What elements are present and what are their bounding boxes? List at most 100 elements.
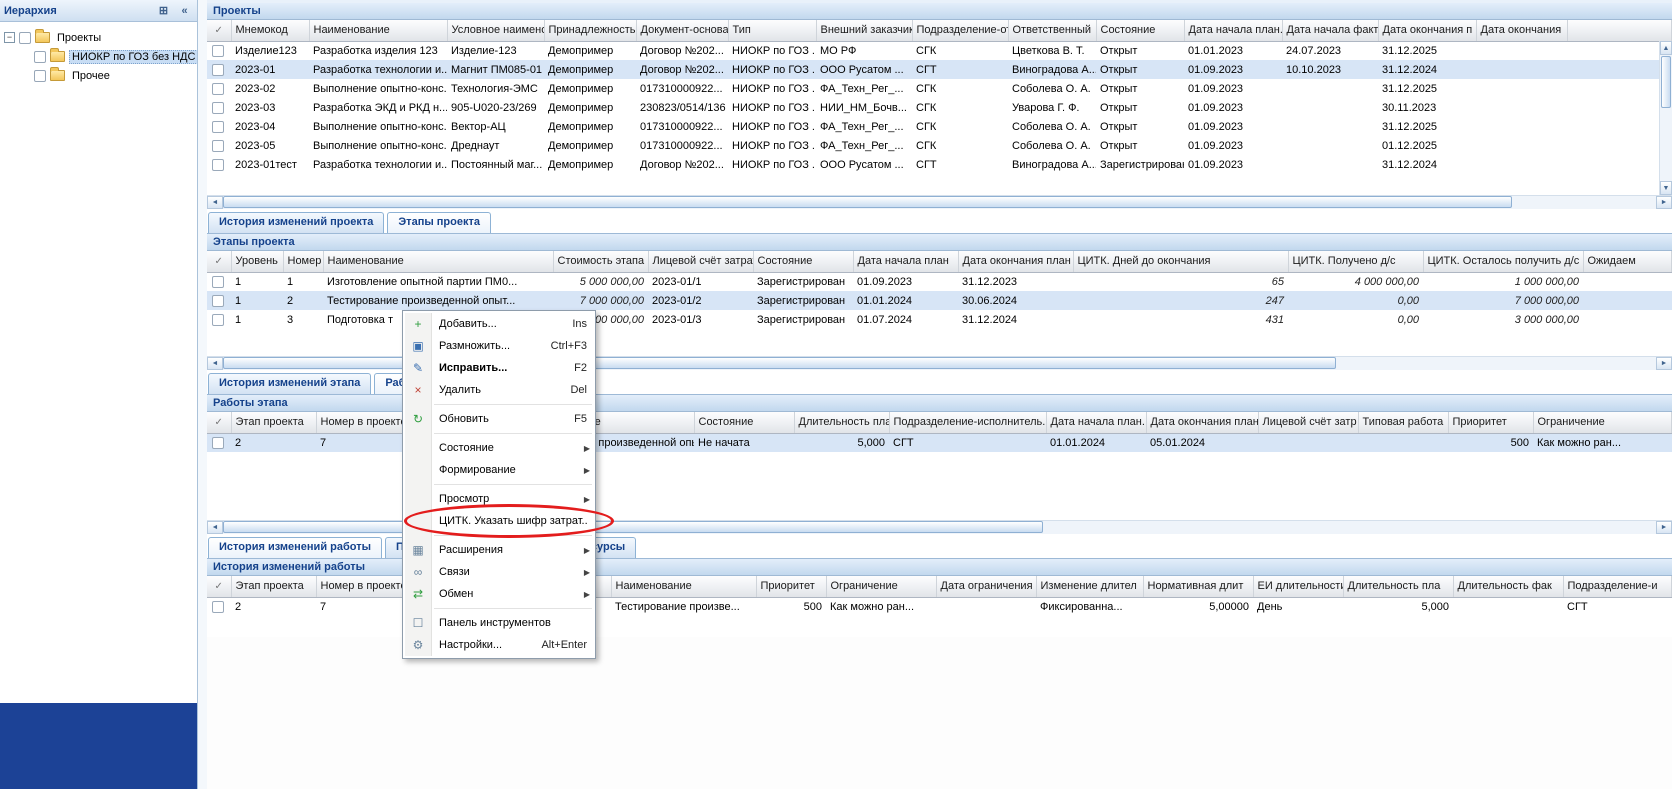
table-cell[interactable]: 65: [1073, 272, 1288, 291]
menu-item-edit[interactable]: ✎ Исправить... F2: [403, 357, 595, 379]
table-cell[interactable]: Зарегистрирован: [1096, 155, 1184, 174]
table-cell[interactable]: 2023-01/3: [648, 310, 753, 329]
table-row[interactable]: 2023-04 Выполнение опытно-конс... Вектор…: [207, 117, 1672, 136]
row-checkbox-cell[interactable]: [207, 60, 231, 79]
column-header[interactable]: Наименование: [611, 576, 756, 597]
table-cell[interactable]: СГТ: [1563, 597, 1672, 616]
table-cell[interactable]: 017310000922...: [636, 136, 728, 155]
column-header[interactable]: Стоимость этапа: [553, 251, 648, 272]
row-checkbox-cell[interactable]: [207, 98, 231, 117]
tree-item-label[interactable]: Проекты: [54, 31, 104, 45]
column-header[interactable]: Дата окончания: [1476, 20, 1567, 41]
table-cell[interactable]: СГТ: [912, 155, 1008, 174]
table-cell[interactable]: 30.06.2024: [958, 291, 1073, 310]
column-header[interactable]: Наименование: [309, 20, 447, 41]
menu-item-view[interactable]: Просмотр ▶: [403, 488, 595, 510]
table-cell[interactable]: Открыт: [1096, 41, 1184, 60]
table-cell[interactable]: 31.12.2024: [1378, 60, 1476, 79]
table-cell[interactable]: Разработка изделия 123: [309, 41, 447, 60]
row-checkbox[interactable]: [212, 83, 224, 95]
column-header[interactable]: Подразделение-исполнитель.: [889, 412, 1046, 433]
row-checkbox-cell[interactable]: [207, 310, 231, 329]
table-cell[interactable]: 10.10.2023: [1282, 60, 1378, 79]
row-checkbox-cell[interactable]: [207, 117, 231, 136]
scroll-right-icon[interactable]: ►: [1656, 196, 1672, 209]
column-header[interactable]: Лицевой счёт затр: [1258, 412, 1358, 433]
table-cell[interactable]: [1476, 155, 1567, 174]
table-cell[interactable]: [1282, 98, 1378, 117]
table-cell[interactable]: 01.12.2025: [1378, 136, 1476, 155]
scroll-left-icon[interactable]: ◄: [207, 521, 223, 534]
table-cell[interactable]: 7 000 000,00: [553, 291, 648, 310]
table-cell[interactable]: Соболева О. А.: [1008, 136, 1096, 155]
projects-horizontal-scrollbar[interactable]: ◄ ►: [207, 195, 1672, 209]
table-cell[interactable]: 2023-04: [231, 117, 309, 136]
column-header[interactable]: Дата ограничения: [936, 576, 1036, 597]
table-cell[interactable]: Выполнение опытно-конс...: [309, 136, 447, 155]
column-header[interactable]: Номер: [283, 251, 323, 272]
table-cell[interactable]: [1282, 117, 1378, 136]
column-header[interactable]: Длительность пла: [1343, 576, 1453, 597]
table-cell[interactable]: НИОКР по ГОЗ ...: [728, 136, 816, 155]
scroll-right-icon[interactable]: ►: [1656, 357, 1672, 370]
table-cell[interactable]: [1282, 155, 1378, 174]
table-cell[interactable]: 4 000 000,00: [1288, 272, 1423, 291]
table-cell[interactable]: 31.12.2024: [1378, 155, 1476, 174]
column-header[interactable]: Длительность план▼: [794, 412, 889, 433]
table-cell[interactable]: [1476, 98, 1567, 117]
column-header[interactable]: Уровень: [231, 251, 283, 272]
table-cell[interactable]: 2023-01/1: [648, 272, 753, 291]
table-cell[interactable]: 31.12.2025: [1378, 79, 1476, 98]
column-header[interactable]: ЦИТК. Дней до окончания: [1073, 251, 1288, 272]
table-cell[interactable]: Зарегистрирован: [753, 291, 853, 310]
table-cell[interactable]: Демопример: [544, 41, 636, 60]
table-cell[interactable]: 1: [231, 310, 283, 329]
table-row[interactable]: 1 1 Изготовление опытной партии ПМ0... 5…: [207, 272, 1672, 291]
table-cell[interactable]: Открыт: [1096, 117, 1184, 136]
table-cell[interactable]: Виноградова А...: [1008, 60, 1096, 79]
row-checkbox-cell[interactable]: [207, 41, 231, 60]
tree-checkbox[interactable]: [19, 32, 31, 44]
table-cell[interactable]: 2023-01тест: [231, 155, 309, 174]
table-cell[interactable]: [1358, 433, 1448, 452]
row-checkbox[interactable]: [212, 121, 224, 133]
table-cell[interactable]: СГК: [912, 117, 1008, 136]
column-header[interactable]: Дата начала план: [853, 251, 958, 272]
table-cell[interactable]: 01.09.2023: [1184, 155, 1282, 174]
table-cell[interactable]: СГК: [912, 41, 1008, 60]
scroll-right-icon[interactable]: ►: [1656, 521, 1672, 534]
column-header[interactable]: Этап проекта: [231, 412, 316, 433]
select-all-header[interactable]: ✓: [207, 576, 231, 597]
column-header[interactable]: Дата окончания п: [1378, 20, 1476, 41]
menu-item-settings[interactable]: ⚙ Настройки... Alt+Enter: [403, 634, 595, 656]
tree-item-niokr[interactable]: НИОКР по ГОЗ без НДС: [4, 47, 195, 66]
table-cell[interactable]: 01.07.2024: [853, 310, 958, 329]
table-cell[interactable]: 3: [283, 310, 323, 329]
table-cell[interactable]: МО РФ: [816, 41, 912, 60]
menu-item-duplicate[interactable]: ▣ Размножить... Ctrl+F3: [403, 335, 595, 357]
table-cell[interactable]: Разработка технологии и...: [309, 60, 447, 79]
row-checkbox-cell[interactable]: [207, 272, 231, 291]
table-cell[interactable]: 2023-03: [231, 98, 309, 117]
column-header[interactable]: Дата начала план.: [1184, 20, 1282, 41]
table-cell[interactable]: Не начата: [694, 433, 794, 452]
column-header[interactable]: Приоритет: [756, 576, 826, 597]
table-row[interactable]: 2023-01 Разработка технологии и... Магни…: [207, 60, 1672, 79]
table-cell[interactable]: Демопример: [544, 136, 636, 155]
table-cell[interactable]: [1476, 136, 1567, 155]
table-row[interactable]: 2023-03 Разработка ЭКД и РКД н... 905-U0…: [207, 98, 1672, 117]
row-checkbox[interactable]: [212, 159, 224, 171]
table-cell[interactable]: Виноградова А...: [1008, 155, 1096, 174]
table-cell[interactable]: 247: [1073, 291, 1288, 310]
column-header[interactable]: Ответственный: [1008, 20, 1096, 41]
column-header[interactable]: Номер в проекте: [316, 576, 411, 597]
table-cell[interactable]: Демопример: [544, 79, 636, 98]
column-header[interactable]: Дата окончания план: [958, 251, 1073, 272]
table-cell[interactable]: 01.01.2023: [1184, 41, 1282, 60]
table-cell[interactable]: Как можно ран...: [826, 597, 936, 616]
table-cell[interactable]: Зарегистрирован: [753, 310, 853, 329]
table-row[interactable]: Изделие123 Разработка изделия 123 Издели…: [207, 41, 1672, 60]
scroll-left-icon[interactable]: ◄: [207, 196, 223, 209]
table-cell[interactable]: Зарегистрирован: [753, 272, 853, 291]
column-header[interactable]: Этап проекта: [231, 576, 316, 597]
